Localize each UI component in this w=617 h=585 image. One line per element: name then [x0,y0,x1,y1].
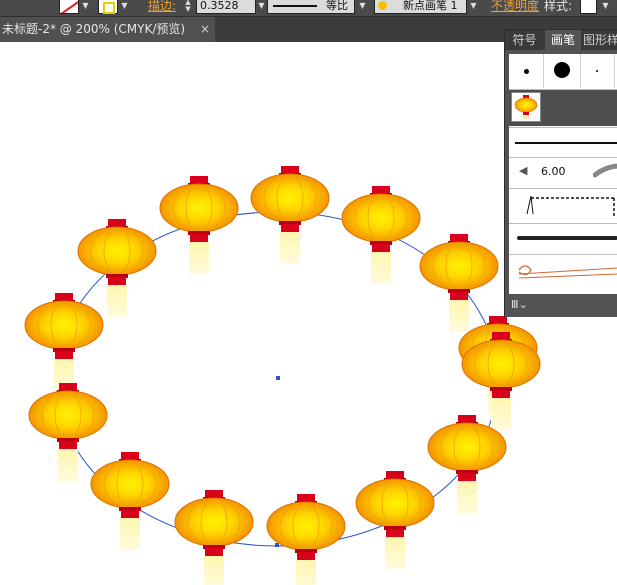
lantern-icon[interactable] [266,493,346,585]
divider [509,157,617,158]
lantern-icon [514,95,538,120]
brush-definition-select[interactable]: 新点画笔 1 [374,0,467,14]
graphic-style-swatch[interactable] [580,0,597,14]
lantern-icon[interactable] [174,489,254,585]
profile-line-icon [273,5,317,7]
profile-label: 等比 [326,0,348,12]
stroke-weight-spinner[interactable]: ▲ ▼ [182,0,194,14]
chevron-down-icon[interactable]: ▼ [600,0,611,14]
chevron-down-icon[interactable]: ▼ [468,0,479,14]
scatter-brush-row[interactable]: ◀ 6.00 [509,159,617,187]
ribbon-brush-row[interactable] [509,256,617,292]
path-anchor-point[interactable] [275,543,279,547]
lantern-icon[interactable] [28,382,108,482]
round-brush-icon [596,70,598,72]
brush-stroke-preview [593,163,617,178]
charcoal-brush-row[interactable] [509,225,617,253]
brushes-panel: 符号 画笔 图形样 ◀ 6.00 Ⅲ⌄ [504,29,617,317]
variable-width-profile[interactable]: 等比 [267,0,355,14]
stroke-preview [515,142,617,144]
brush-list: ◀ 6.00 [509,54,617,294]
stroke-label[interactable]: 描边: [148,0,176,15]
style-label: 样式: [544,0,573,13]
stroke-preview [517,236,617,240]
lantern-icon[interactable] [159,175,239,275]
stroke-swatch-icon[interactable] [59,0,79,14]
ribbon-brush-preview [518,265,617,279]
document-tab[interactable]: 未标题-2* @ 200% (CMYK/预览) × [0,17,215,42]
tab-symbols[interactable]: 符号 [505,30,544,50]
brush-swatch[interactable] [544,54,581,88]
round-brush-icon [524,69,529,74]
dashed-brush-preview [526,195,615,216]
lantern-icon[interactable] [341,185,421,285]
calligraphic-brush-row[interactable] [509,130,617,156]
brush-preview-icon [378,1,387,10]
lantern-icon[interactable] [77,218,157,318]
art-brush-row[interactable] [509,190,617,222]
brush-name: 新点画笔 1 [403,0,458,12]
lantern-icon[interactable] [355,470,435,570]
lantern-icon[interactable] [419,233,499,333]
panel-tabs: 符号 画笔 图形样 [505,30,617,50]
chevron-down-icon[interactable]: ▼ [119,0,130,14]
panel-footer: Ⅲ⌄ [505,296,617,317]
brush-swatch[interactable] [581,54,615,88]
lantern-brush-swatch[interactable] [511,92,541,122]
speaker-icon: ◀ [519,164,528,177]
pattern-brush-row [509,90,617,126]
lib-menu-icon[interactable]: Ⅲ⌄ [511,298,528,311]
round-brush-icon [554,62,570,78]
divider [509,254,617,255]
fill-swatch-icon[interactable] [98,0,118,14]
chevron-down-icon[interactable]: ▼ [357,0,368,14]
brush-swatch[interactable] [509,54,544,88]
divider [509,127,617,128]
center-point[interactable] [276,376,280,380]
control-bar: ▼ ▼ 描边: ▲ ▼ 0.3528 ▼ 等比 ▼ 新点画笔 1 ▼ 不透明度 样… [0,0,617,17]
opacity-label[interactable]: 不透明度 [491,0,539,15]
lantern-icon[interactable] [24,292,104,392]
tab-graphic-styles[interactable]: 图形样 [583,30,617,50]
chevron-down-icon[interactable]: ▼ [256,0,267,14]
tab-brushes[interactable]: 画笔 [545,30,581,50]
lantern-icon[interactable] [427,414,507,514]
chevron-down-icon[interactable]: ▼ [80,0,91,14]
stroke-weight-field[interactable]: 0.3528 [196,0,256,14]
divider [509,188,617,189]
close-icon[interactable]: × [200,17,210,42]
document-title: 未标题-2* @ 200% (CMYK/预览) [2,22,186,36]
lantern-icon[interactable] [90,451,170,551]
divider [509,223,617,224]
lantern-icon[interactable] [250,165,330,265]
brush-size-value: 6.00 [541,165,566,178]
